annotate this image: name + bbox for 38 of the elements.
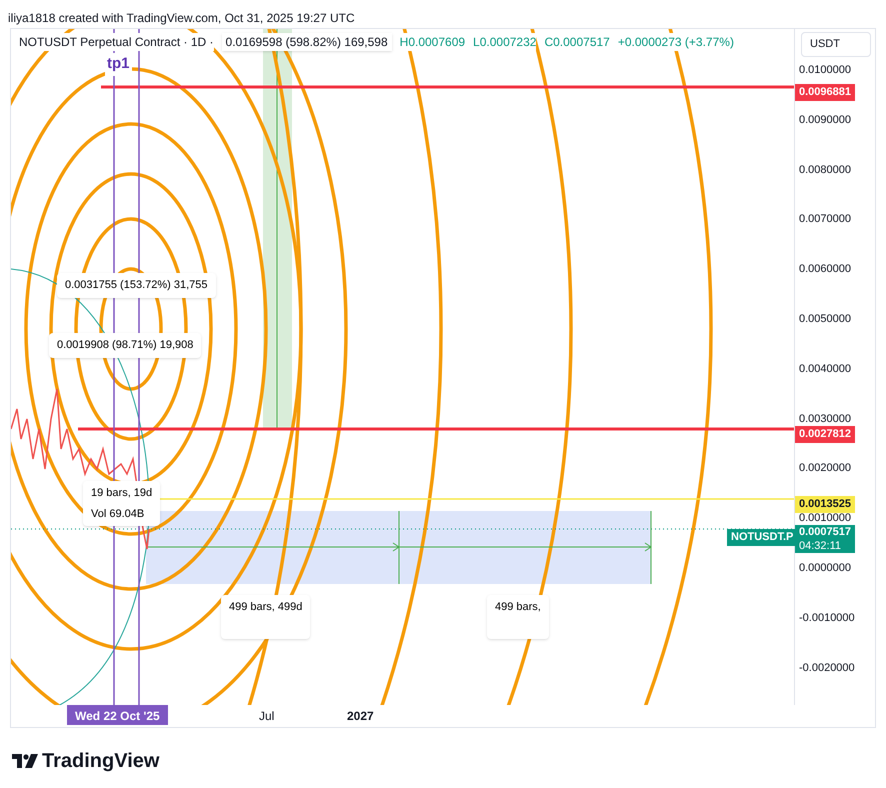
bar-countdown: 04:32:11 [799, 539, 842, 553]
price-tick: 0.0050000 [799, 312, 851, 327]
measure-label: 0.0031755 (153.72%) 31,755 [57, 273, 216, 298]
last-price: 0.0007517 [799, 525, 851, 539]
price-label: 0.0013525 [795, 496, 855, 512]
price-tick: 0.0030000 [799, 412, 851, 427]
projection-label: 499 bars, [487, 595, 549, 639]
currency-button[interactable]: USDT [801, 32, 871, 56]
price-tick: -0.0010000 [799, 610, 855, 626]
time-tick: Jul [259, 708, 274, 725]
price-tick: 0.0040000 [799, 362, 851, 377]
price-tick: 0.0010000 [799, 511, 851, 526]
ohlc-value: H0.0007609 [400, 33, 466, 51]
projection-label: 499 bars, 499d [221, 595, 310, 639]
tp-label: tp1 [105, 53, 132, 76]
crosshair-date-label: Wed 22 Oct '25 [67, 705, 168, 725]
price-tick: 0.0060000 [799, 262, 851, 278]
brand-name: TradingView [42, 749, 160, 774]
price-tick: 0.0080000 [799, 162, 851, 178]
measure-label: 0.0169598 (598.82%) 169,598 [222, 33, 392, 51]
ohlc-value: L0.0007232 [473, 33, 536, 51]
price-label: 0.0096881 [795, 84, 855, 100]
price-tick: 0.0020000 [799, 461, 851, 476]
bars-count: 19 bars, 19d [91, 486, 152, 501]
price-tick: 0.0100000 [799, 63, 851, 78]
chart-caption: iliya1818 created with TradingView.com, Oct 31, 2025 19:27 UTC [8, 11, 355, 25]
time-tick: 2027 [347, 708, 374, 725]
measure-label: 0.0019908 (98.71%) 19,908 [49, 333, 202, 358]
price-tick: 0.0000000 [799, 561, 851, 576]
price-tick: -0.0020000 [799, 660, 855, 676]
price-tick: 0.0090000 [799, 112, 851, 128]
price-label: 0.0027812 [795, 426, 855, 442]
price-tick: 0.0070000 [799, 212, 851, 228]
logo-icon [12, 754, 38, 768]
symbol-tag: NOTUSDT.P [727, 529, 798, 546]
symbol-title: NOTUSDT Perpetual Contract · 1D · [19, 33, 214, 51]
volume-value: Vol 69.04B [91, 506, 146, 522]
ohlc-value: +0.0000273 (+3.77%) [618, 33, 734, 51]
